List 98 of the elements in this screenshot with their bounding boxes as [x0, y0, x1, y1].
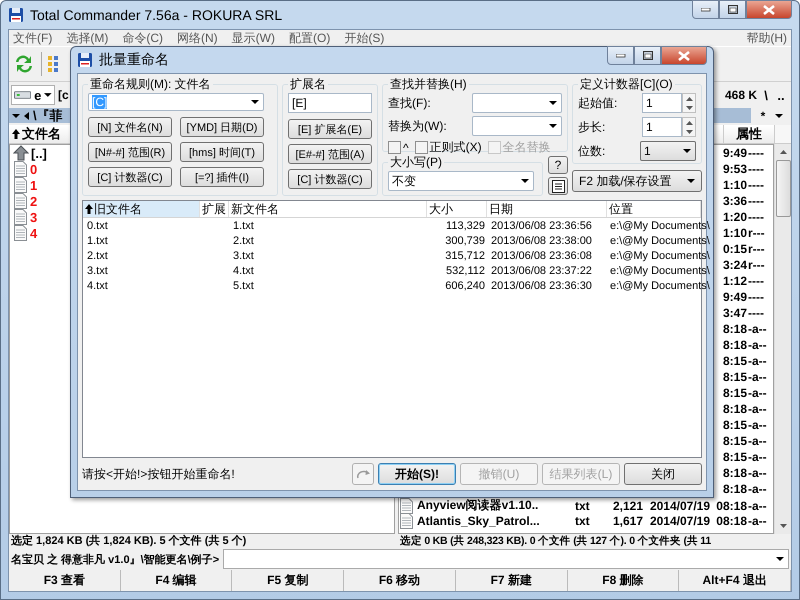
file-time-text: 1:12 [722, 274, 747, 288]
new-name-cell-text: 5.txt [232, 280, 255, 292]
file-attrs-text: -a-- [747, 466, 768, 480]
file-attrs-text: -a-- [747, 418, 768, 432]
size-cell-text: 315,712 [444, 250, 486, 262]
drive-info: [c [58, 88, 69, 102]
file-attrs-text: -a-- [747, 322, 768, 336]
file-time-text: 8:18 [722, 466, 747, 480]
file-time-text: 08:18 [715, 498, 747, 512]
window-title: Total Commander 7.56a - ROKURA SRL [30, 7, 282, 23]
old-name-cell-text: 3.txt [86, 264, 109, 276]
file-time-text: 08:18 [715, 514, 747, 528]
size-cell-text: 606,240 [444, 280, 486, 292]
file-ext-text: txt [575, 498, 591, 512]
file-time-text: 9:49 [722, 146, 747, 160]
location-cell-text: e:\@My Documents\ [609, 264, 710, 276]
free-space-text: 468 K [724, 88, 757, 102]
file-attrs-text: ---- [747, 146, 765, 160]
file-time-text: 8:18 [722, 338, 747, 352]
file-time-text: 8:18 [722, 482, 747, 496]
date-cell-text: 2013/06/08 23:37:22 [490, 264, 593, 276]
file-time-text: 8:15 [722, 354, 747, 368]
file-date-text: 2014/07/19 [648, 514, 711, 528]
file-time-text: 1:10 [722, 226, 747, 240]
new-name-cell-text: 3.txt [232, 250, 255, 262]
file-attrs-text: -a-- [747, 514, 768, 528]
size-cell-text: 113,329 [445, 220, 486, 232]
status-text: 选定 1,824 KB (共 1,824 KB). 5 个文件 (共 5 个) [10, 534, 248, 549]
file-time-text: 9:53 [722, 162, 747, 176]
file-attrs-text: -a-- [747, 386, 768, 400]
file-time-text: 8:15 [722, 370, 747, 384]
group-label: 扩展名 [289, 76, 327, 93]
file-time-text: 3:47 [722, 306, 747, 320]
file-time-text: 3:36 [722, 194, 747, 208]
file-attrs-text: ---- [747, 162, 765, 176]
file-time-text: 8:18 [722, 322, 747, 336]
old-name-cell-text: 4.txt [86, 280, 109, 292]
path-text: \『菲 [33, 106, 63, 124]
file-attrs-text: -a-- [747, 482, 768, 496]
file-attrs-text: ---- [747, 178, 765, 192]
group-label: 查找并替换(H) [389, 76, 468, 93]
file-time-text: 8:15 [722, 418, 747, 432]
file-attrs-text: ---- [747, 194, 765, 208]
file-time-text: 0:15 [722, 242, 747, 256]
new-name-cell-text: 1.txt [232, 220, 255, 232]
old-name-cell-text: 2.txt [86, 250, 109, 262]
field-label: 位数: [578, 142, 606, 160]
status-text: 选定 0 KB (共 248,323 KB). 0 个文件 (共 127 个). 0 个文件夹 (共 11 [399, 534, 712, 549]
date-cell-text: 2013/06/08 23:36:08 [490, 250, 593, 262]
file-attrs-text: r--- [747, 258, 766, 272]
status-message: 请按<开始!>按钮开始重命名! [82, 466, 236, 482]
file-time-text: 3:24 [722, 258, 747, 272]
file-attrs-text: -a-- [747, 354, 768, 368]
file-time-text: 8:18 [722, 402, 747, 416]
file-attrs-text: r--- [747, 226, 766, 240]
field-label: 起始值: [578, 94, 618, 112]
file-time-text: 8:15 [722, 386, 747, 400]
location-cell-text: e:\@My Documents\ [609, 234, 710, 246]
new-name-cell-text: 2.txt [232, 234, 255, 246]
size-cell-text: 532,112 [445, 264, 486, 276]
file-attrs-text: -a-- [747, 338, 768, 352]
file-size-text: 2,121 [612, 498, 643, 512]
file-time-text: 1:20 [722, 210, 747, 224]
field-label: 步长: [578, 118, 606, 136]
dialog-title: 批量重命名 [99, 51, 169, 69]
old-name-cell-text: 1.txt [86, 234, 109, 246]
file-time-text: 1:10 [722, 178, 747, 192]
file-time-text: 8:15 [722, 434, 747, 448]
file-size-text: 1,617 [612, 514, 643, 528]
file-attrs-text: ---- [747, 306, 765, 320]
file-ext-text: txt [575, 514, 591, 528]
field-label: 查找(F): [388, 94, 431, 112]
location-cell-text: e:\@My Documents\ [609, 280, 710, 292]
date-cell-text: 2013/06/08 23:38:00 [490, 234, 593, 246]
field-label: 替换为(W): [388, 118, 447, 134]
file-attrs-text: -a-- [747, 450, 768, 464]
date-cell-text: 2013/06/08 23:36:56 [490, 220, 593, 232]
command-path: 名宝贝 之 得意非凡 v1.0』\智能更名\例子> [11, 552, 220, 566]
file-attrs-text: -a-- [747, 402, 768, 416]
file-attrs-text: r--- [747, 242, 766, 256]
file-time-text: 9:49 [722, 290, 747, 304]
file-attrs-text: ---- [747, 290, 765, 304]
old-name-cell-text: 0.txt [86, 220, 109, 232]
file-attrs-text: -a-- [747, 498, 768, 512]
new-name-cell-text: 4.txt [232, 264, 255, 276]
location-cell-text: e:\@My Documents\ [609, 220, 710, 232]
file-attrs-text: ---- [747, 274, 765, 288]
location-cell-text: e:\@My Documents\ [609, 250, 710, 262]
size-cell-text: 300,739 [444, 234, 486, 246]
file-attrs-text: -a-- [747, 370, 768, 384]
group-label: 大小写(P) [389, 154, 443, 171]
group-label: 定义计数器[C](O) [579, 76, 674, 93]
file-date-text: 2014/07/19 [648, 498, 711, 512]
file-time-text: 8:15 [722, 450, 747, 464]
file-attrs-text: ---- [747, 210, 765, 224]
group-label: 重命名规则(M): 文件名 [89, 76, 212, 93]
file-attrs-text: -a-- [747, 434, 768, 448]
date-cell-text: 2013/06/08 23:36:30 [490, 280, 593, 292]
